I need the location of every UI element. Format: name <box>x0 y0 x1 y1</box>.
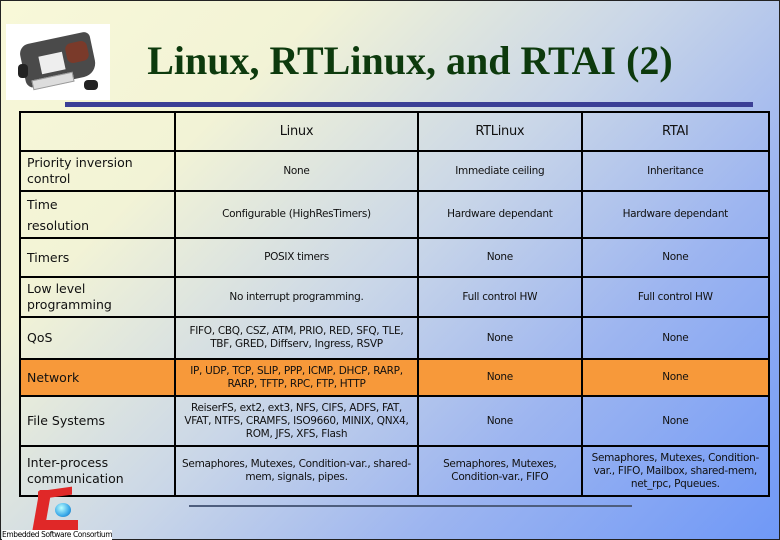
table-row: Timers POSIX timers None None <box>19 237 771 278</box>
header-cell-rtai: RTAI <box>580 111 771 152</box>
row-label: Timers <box>19 237 176 278</box>
cell-linux: FIFO, CBQ, CSZ, ATM, PRIO, RED, SFQ, TLE… <box>173 316 420 360</box>
cell-rtai: Hardware dependant <box>580 190 771 239</box>
cell-rtai: None <box>580 358 771 397</box>
logo-globe-icon <box>55 503 71 517</box>
cell-rtlinux: None <box>417 316 583 360</box>
footer-separator-line <box>189 505 632 507</box>
cell-rtlinux: Semaphores, Mutexes, Condition-var., FIF… <box>417 445 583 497</box>
table-row: Low level programming No interrupt progr… <box>19 276 771 318</box>
row-label-text: Low level programming <box>27 281 112 312</box>
cell-rtai: None <box>580 316 771 360</box>
row-label: File Systems <box>19 395 176 447</box>
cell-linux: IP, UDP, TCP, SLIP, PPP, ICMP, DHCP, RAR… <box>173 358 420 397</box>
table-row: Priority inversion control None Immediat… <box>19 150 771 192</box>
header-cell-empty <box>19 111 176 152</box>
cell-linux: None <box>173 150 420 192</box>
row-label: Priority inversion control <box>19 150 176 192</box>
table-row: QoS FIFO, CBQ, CSZ, ATM, PRIO, RED, SFQ,… <box>19 316 771 360</box>
header-cell-linux: Linux <box>173 111 420 152</box>
cell-rtai: Full control HW <box>580 276 771 318</box>
cell-rtai: None <box>580 395 771 447</box>
cell-rtai: None <box>580 237 771 278</box>
table-row: Time resolution Configurable (HighResTim… <box>19 190 771 239</box>
table-row: Inter-process communication Semaphores, … <box>19 445 771 497</box>
cell-rtlinux: Immediate ceiling <box>417 150 583 192</box>
cell-rtlinux: Hardware dependant <box>417 190 583 239</box>
logo-text: Embedded Software Consortium <box>2 530 112 540</box>
slide-title: Linux, RTLinux, and RTAI (2) <box>147 38 673 83</box>
cell-rtlinux: None <box>417 237 583 278</box>
comparison-table: Linux RTLinux RTAI Priority inversion co… <box>19 111 771 497</box>
logo-letter-stroke <box>38 486 72 500</box>
table-row: File Systems ReiserFS, ext2, ext3, NFS, … <box>19 395 771 447</box>
row-label: Network <box>19 358 176 397</box>
row-label-text: Inter-process communication <box>27 455 124 486</box>
cell-rtlinux: None <box>417 358 583 397</box>
table-row-highlighted: Network IP, UDP, TCP, SLIP, PPP, ICMP, D… <box>19 358 771 397</box>
cell-linux: ReiserFS, ext2, ext3, NFS, CIFS, ADFS, F… <box>173 395 420 447</box>
table-header-row: Linux RTLinux RTAI <box>19 111 771 152</box>
cell-linux: Configurable (HighResTimers) <box>173 190 420 239</box>
cell-rtlinux: None <box>417 395 583 447</box>
cell-linux: POSIX timers <box>173 237 420 278</box>
header-cell-rtlinux: RTLinux <box>417 111 583 152</box>
robot-wheel <box>18 64 28 78</box>
cell-rtai: Semaphores, Mutexes, Condition-var., FIF… <box>580 445 771 497</box>
cell-linux: No interrupt programming. <box>173 276 420 318</box>
cell-linux: Semaphores, Mutexes, Condition-var., sha… <box>173 445 420 497</box>
row-label: Time resolution <box>19 190 176 239</box>
row-label: QoS <box>19 316 176 360</box>
robot-wheel <box>84 80 98 90</box>
row-label-text: Time resolution <box>27 196 90 233</box>
cell-rtai: Inheritance <box>580 150 771 192</box>
row-label: Low level programming <box>19 276 176 318</box>
robot-photo <box>6 24 110 100</box>
consortium-logo: Embedded Software Consortium <box>0 486 112 540</box>
cell-rtlinux: Full control HW <box>417 276 583 318</box>
title-underline-bar <box>65 102 753 107</box>
